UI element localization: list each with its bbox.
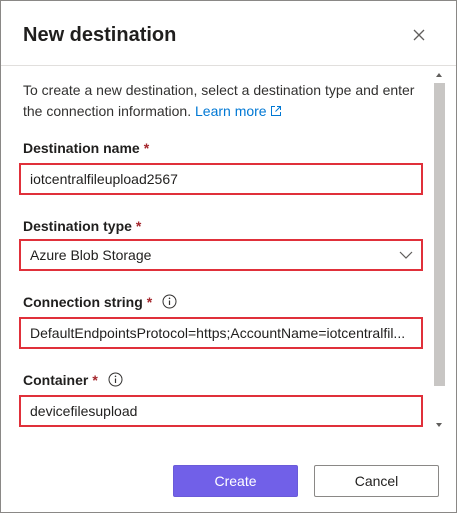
close-icon[interactable] [411, 27, 427, 43]
required-marker: * [135, 218, 142, 234]
learn-more-link[interactable]: Learn more [195, 103, 282, 119]
scroll-up-arrow-icon[interactable] [436, 73, 442, 77]
connection-string-label: Connection string * [23, 294, 177, 312]
container-label-text: Container [23, 372, 89, 388]
chevron-down-icon [399, 246, 413, 264]
container-input[interactable]: devicefilesupload [19, 395, 423, 427]
destination-type-dropdown[interactable]: Azure Blob Storage [19, 239, 423, 271]
dialog-body: To create a new destination, select a de… [1, 66, 432, 433]
destination-name-input[interactable]: iotcentralfileupload2567 [19, 163, 423, 195]
destination-type-label: Destination type * [23, 218, 141, 234]
container-value: devicefilesupload [30, 403, 138, 419]
cancel-button[interactable]: Cancel [314, 465, 439, 497]
info-icon[interactable] [162, 294, 177, 312]
destination-type-value: Azure Blob Storage [30, 247, 152, 263]
connection-string-label-text: Connection string [23, 294, 143, 310]
scroll-down-arrow-icon[interactable] [436, 423, 442, 427]
create-button[interactable]: Create [173, 465, 298, 497]
external-link-icon [270, 102, 282, 123]
connection-string-value: DefaultEndpointsProtocol=https;AccountNa… [30, 325, 406, 341]
required-marker: * [146, 294, 153, 310]
new-destination-dialog: New destination To create a new destinat… [0, 0, 457, 513]
destination-name-label: Destination name * [23, 140, 149, 156]
destination-name-value: iotcentralfileupload2567 [30, 171, 178, 187]
required-marker: * [92, 372, 98, 388]
learn-more-label: Learn more [195, 103, 267, 119]
destination-name-label-text: Destination name [23, 140, 140, 156]
vertical-scrollbar[interactable] [433, 73, 445, 433]
required-marker: * [143, 140, 150, 156]
container-label: Container * [23, 372, 123, 390]
scroll-thumb[interactable] [434, 83, 445, 386]
connection-string-input[interactable]: DefaultEndpointsProtocol=https;AccountNa… [19, 317, 423, 349]
dialog-title: New destination [23, 24, 177, 46]
destination-type-label-text: Destination type [23, 218, 132, 234]
intro-paragraph: To create a new destination, select a de… [23, 80, 423, 123]
info-icon[interactable] [108, 372, 123, 390]
